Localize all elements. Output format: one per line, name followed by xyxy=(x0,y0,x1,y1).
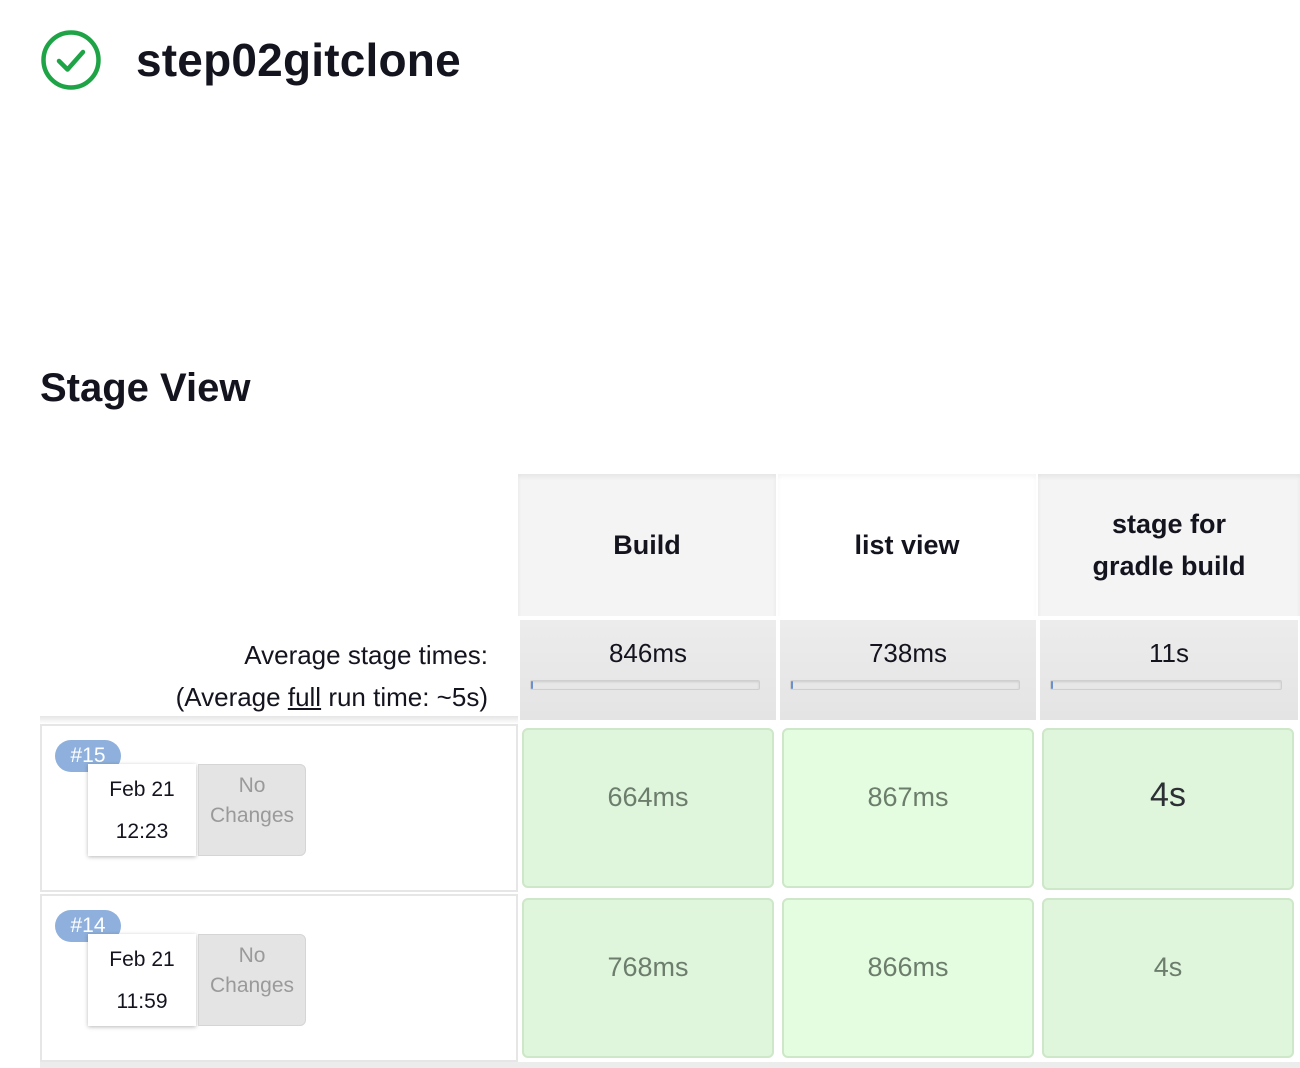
changes-line2: Changes xyxy=(209,974,295,997)
divider xyxy=(40,716,518,724)
avg-progress-fill xyxy=(531,681,534,689)
avg-cell-build: 846ms xyxy=(520,620,776,720)
avg-progress-bar xyxy=(1050,680,1282,690)
avg-progress-fill xyxy=(791,681,794,689)
stage-cell-gradle-build[interactable]: 4s xyxy=(1042,728,1294,890)
stage-duration: 866ms xyxy=(867,952,949,982)
stage-header-gradle-build[interactable]: stage for gradle build xyxy=(1038,474,1300,616)
stage-duration: 867ms xyxy=(867,782,949,812)
changes-line2: Changes xyxy=(209,804,295,827)
changes-line1: No xyxy=(238,944,266,967)
average-stage-times-label: Average stage times: (Average full run t… xyxy=(40,620,488,730)
stage-header-list-view[interactable]: list view xyxy=(778,474,1036,616)
no-changes-box[interactable]: No Changes xyxy=(198,934,306,1026)
stage-view-table: Build list view stage for gradle build A… xyxy=(40,474,1300,1068)
stage-duration: 4s xyxy=(1153,952,1183,982)
job-header: step02gitclone xyxy=(40,28,461,92)
no-changes-box[interactable]: No Changes xyxy=(198,764,306,856)
avg-progress-bar xyxy=(790,680,1020,690)
stage-header-build[interactable]: Build xyxy=(518,474,776,616)
stage-cell-build[interactable]: 768ms xyxy=(522,898,774,1058)
page: step02gitclone Stage View Build list vie… xyxy=(0,0,1300,1068)
avg-time: 846ms xyxy=(608,638,688,668)
stage-duration: 664ms xyxy=(607,782,689,812)
run-date: Feb 21 xyxy=(109,948,175,971)
run-date-card: Feb 21 12:23 xyxy=(88,764,196,856)
stage-duration: 768ms xyxy=(607,952,689,982)
table-bottom-edge xyxy=(40,1062,1300,1068)
stage-view-title: Stage View xyxy=(40,366,251,410)
stage-header-label: list view xyxy=(854,530,960,560)
page-title: step02gitclone xyxy=(136,34,461,86)
run-time: 11:59 xyxy=(116,990,168,1013)
avg-time: 11s xyxy=(1149,638,1189,668)
stage-cell-gradle-build[interactable]: 4s xyxy=(1042,898,1294,1058)
avg-label-line2: (Average full run time: ~5s) xyxy=(40,676,488,718)
run-date: Feb 21 xyxy=(109,778,175,801)
avg-time: 738ms xyxy=(868,638,948,668)
stage-header-label-line1: stage for xyxy=(1111,509,1226,539)
run-time: 12:23 xyxy=(115,820,169,843)
full-run-time-link[interactable]: full xyxy=(288,682,321,712)
run-row-14: #14 Feb 21 11:59 No Changes xyxy=(40,894,518,1062)
run-date-card: Feb 21 11:59 xyxy=(88,934,196,1026)
check-circle-icon xyxy=(41,30,101,90)
stage-header-label: Build xyxy=(613,530,681,560)
avg-label-suffix: run time: ~5s) xyxy=(321,682,488,712)
avg-label-line1: Average stage times: xyxy=(244,640,488,670)
avg-cell-gradle-build: 11s xyxy=(1040,620,1298,720)
stage-cell-list-view[interactable]: 866ms xyxy=(782,898,1034,1058)
avg-progress-bar xyxy=(530,680,760,690)
avg-progress-fill xyxy=(1051,681,1054,689)
stage-header-label-line2: gradle build xyxy=(1092,551,1246,581)
avg-cell-list-view: 738ms xyxy=(780,620,1036,720)
stage-cell-list-view[interactable]: 867ms xyxy=(782,728,1034,888)
avg-label-prefix: (Average xyxy=(175,682,288,712)
run-row-15: #15 Feb 21 12:23 No Changes xyxy=(40,724,518,892)
stage-duration: 4s xyxy=(1150,776,1186,814)
stage-cell-build[interactable]: 664ms xyxy=(522,728,774,888)
changes-line1: No xyxy=(238,774,266,797)
